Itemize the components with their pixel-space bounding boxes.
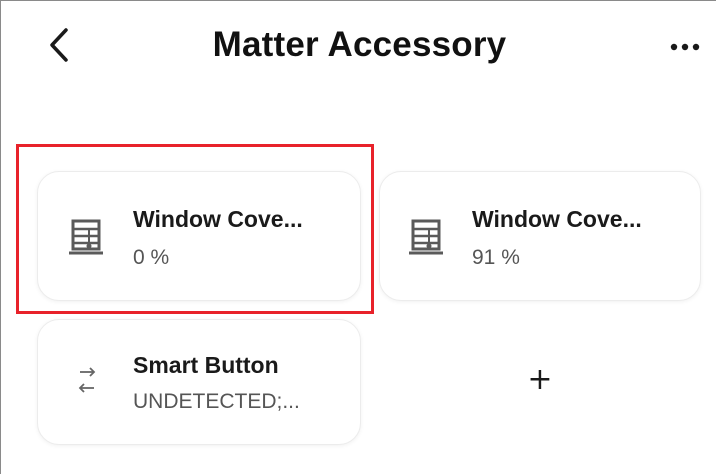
device-name: Window Cove... <box>133 206 303 232</box>
more-horizontal-icon <box>670 43 700 51</box>
device-card-window-covering-1[interactable]: Window Cove... 0 % <box>37 171 361 301</box>
page-title: Matter Accessory <box>212 25 507 64</box>
window-covering-icon <box>66 216 106 258</box>
device-status: 91 % <box>472 246 520 269</box>
device-name: Smart Button <box>133 352 279 378</box>
window-covering-icon <box>406 216 446 258</box>
device-status: UNDETECTED;... <box>133 390 300 413</box>
plus-icon: + <box>527 361 553 397</box>
swap-arrows-icon <box>74 362 100 398</box>
app-screen: Matter Accessory Window Cove... 0 % Wind… <box>0 0 716 474</box>
device-status: 0 % <box>133 246 170 269</box>
more-options-button[interactable] <box>661 29 709 65</box>
device-name: Window Cove... <box>472 206 642 232</box>
add-device-button[interactable]: + <box>381 319 699 443</box>
device-card-smart-button[interactable]: Smart Button UNDETECTED;... <box>37 319 361 445</box>
device-card-window-covering-2[interactable]: Window Cove... 91 % <box>379 171 701 301</box>
app-header: Matter Accessory <box>1 1 717 93</box>
